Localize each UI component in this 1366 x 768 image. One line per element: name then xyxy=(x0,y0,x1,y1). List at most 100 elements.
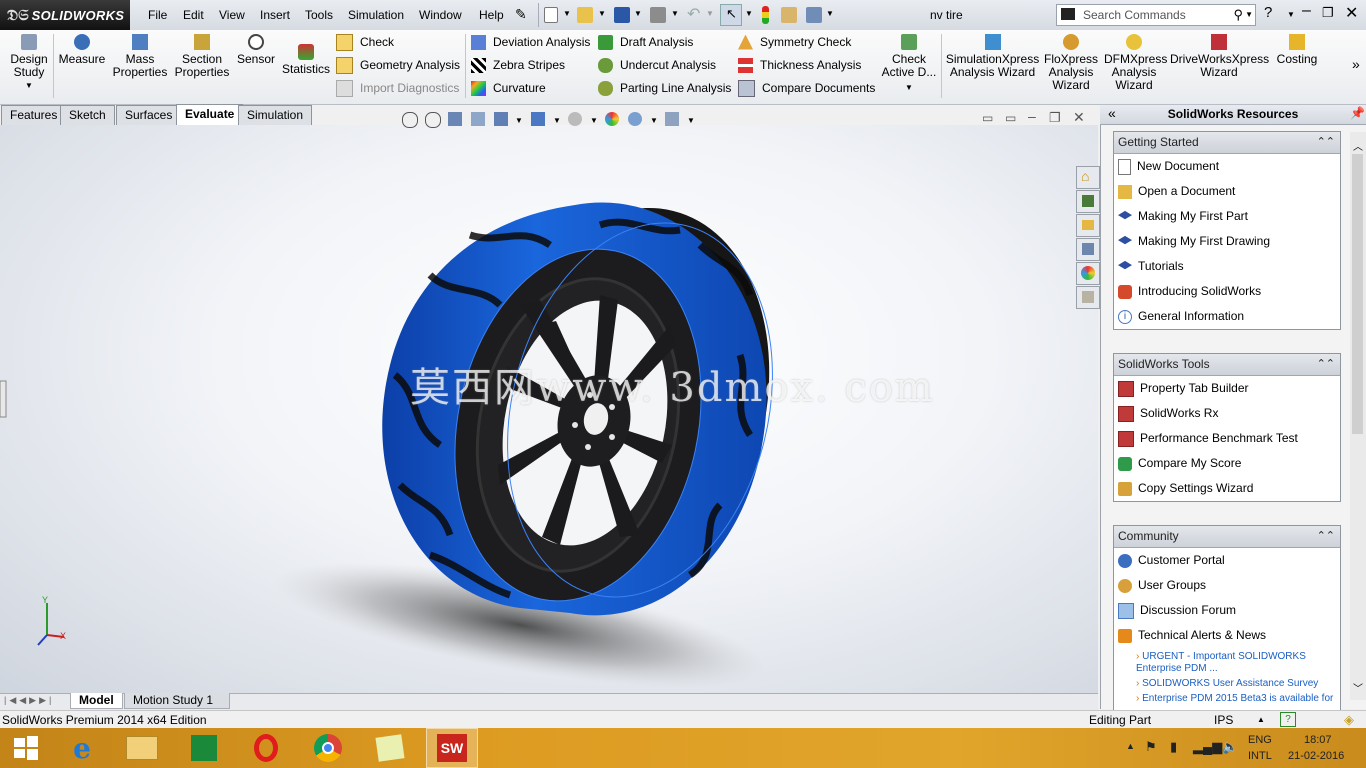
chevron-up-icon[interactable]: ▲ xyxy=(1257,715,1265,724)
check-button[interactable]: Check xyxy=(336,32,394,52)
technical-alerts-link[interactable]: Technical Alerts & News xyxy=(1114,623,1340,648)
volume-icon[interactable]: 🔈 xyxy=(1222,739,1238,755)
doc-close-icon[interactable]: ✕ xyxy=(1073,109,1085,126)
search-input[interactable]: Search Commands ⚲ ▼ xyxy=(1056,4,1256,26)
chevron-down-icon[interactable]: ▼ xyxy=(590,116,598,125)
scroll-down-icon[interactable]: ﹀ xyxy=(1353,680,1363,695)
thickness-analysis-button[interactable]: Thickness Analysis xyxy=(738,55,861,75)
solidworks-logo[interactable]: 𝔇𝔖 SOLIDWORKS xyxy=(0,0,130,30)
store-app[interactable] xyxy=(178,728,230,768)
menu-tools[interactable]: Tools xyxy=(303,0,335,30)
chevron-down-icon[interactable]: ▼ xyxy=(1245,10,1253,19)
hide-show-items-icon[interactable] xyxy=(568,112,582,126)
collapse-icon[interactable]: ⌃⌃ xyxy=(1317,354,1335,375)
new-document-icon[interactable] xyxy=(544,7,558,23)
print-icon[interactable] xyxy=(650,7,666,23)
zoom-to-area-icon[interactable] xyxy=(425,112,441,128)
dfmxpress-button[interactable]: DFMXpress Analysis Wizard xyxy=(1104,34,1167,92)
sticky-notes-app[interactable] xyxy=(364,728,416,768)
sensor-button[interactable]: Sensor xyxy=(235,34,277,66)
statistics-button[interactable]: Statistics xyxy=(281,44,331,76)
zebra-stripes-button[interactable]: Zebra Stripes xyxy=(471,55,565,75)
menu-window[interactable]: Window xyxy=(417,0,464,30)
simulationxpress-button[interactable]: SimulationXpress Analysis Wizard xyxy=(945,34,1040,79)
file-explorer-app[interactable] xyxy=(116,728,168,768)
first-part-link[interactable]: Making My First Part xyxy=(1114,204,1340,229)
tab-simulation[interactable]: Simulation xyxy=(238,105,313,125)
tab-sketch[interactable]: Sketch xyxy=(60,105,115,125)
restore-icon[interactable]: ❐ xyxy=(1322,5,1334,21)
menu-edit[interactable]: Edit xyxy=(181,0,206,30)
design-study-button[interactable]: Design Study ▼ xyxy=(7,34,51,92)
chevron-down-icon[interactable]: ▼ xyxy=(706,9,714,18)
scroll-thumb[interactable] xyxy=(1352,154,1363,434)
opera-app[interactable] xyxy=(240,728,292,768)
file-explorer-tab-icon[interactable] xyxy=(1076,214,1100,237)
check-active-document-button[interactable]: Check Active D... ▼ xyxy=(880,34,938,94)
section-properties-button[interactable]: Section Properties xyxy=(172,34,232,79)
user-groups-link[interactable]: User Groups xyxy=(1114,573,1340,598)
battery-icon[interactable]: ▮ xyxy=(1170,739,1177,755)
appearances-tab-icon[interactable] xyxy=(1076,262,1100,285)
file-properties-icon[interactable] xyxy=(781,7,797,23)
symmetry-check-button[interactable]: Symmetry Check xyxy=(738,32,851,52)
introducing-solidworks-link[interactable]: Introducing SolidWorks xyxy=(1114,279,1340,304)
deviation-analysis-button[interactable]: Deviation Analysis xyxy=(471,32,590,52)
view-triad[interactable]: Y X xyxy=(37,595,66,646)
save-icon[interactable] xyxy=(614,7,630,23)
tray-overflow-icon[interactable]: ▲ xyxy=(1126,741,1135,751)
tab-features[interactable]: Features xyxy=(1,105,67,125)
search-icon[interactable]: ⚲ xyxy=(1233,7,1243,23)
import-diagnostics-button[interactable]: Import Diagnostics xyxy=(336,78,459,98)
view-palette-tab-icon[interactable] xyxy=(1076,238,1100,261)
measure-button[interactable]: Measure xyxy=(58,34,106,66)
chevron-down-icon[interactable]: ▼ xyxy=(598,9,606,18)
tab-evaluate[interactable]: Evaluate xyxy=(176,104,244,126)
undercut-analysis-button[interactable]: Undercut Analysis xyxy=(598,55,716,75)
undo-icon[interactable]: ↶ xyxy=(687,4,700,24)
compare-documents-button[interactable]: Compare Documents xyxy=(738,78,875,98)
view-orientation-icon[interactable] xyxy=(494,112,508,126)
pushpin-icon[interactable]: 📌 xyxy=(1350,106,1365,120)
driveworksxpress-button[interactable]: DriveWorksXpress Wizard xyxy=(1170,34,1269,79)
chevron-down-icon[interactable]: ▼ xyxy=(687,116,695,125)
menu-simulation[interactable]: Simulation xyxy=(346,0,406,30)
draft-analysis-button[interactable]: Draft Analysis xyxy=(598,32,693,52)
chevron-down-icon[interactable]: ▼ xyxy=(1287,10,1295,19)
open-document-link[interactable]: Open a Document xyxy=(1114,179,1340,204)
split-icon[interactable]: ▭ xyxy=(1005,111,1016,125)
help-icon[interactable]: ? xyxy=(1264,4,1272,21)
apply-scene-icon[interactable] xyxy=(628,112,642,126)
doc-minimize-icon[interactable]: – xyxy=(1028,108,1036,124)
scroll-up-icon[interactable]: ︿ xyxy=(1353,138,1363,153)
internet-explorer-app[interactable]: e xyxy=(56,728,108,768)
general-information-link[interactable]: i General Information xyxy=(1114,304,1340,329)
chevron-down-icon[interactable]: ▼ xyxy=(563,9,571,18)
language-code[interactable]: ENG xyxy=(1248,734,1272,746)
edit-appearance-icon[interactable] xyxy=(605,112,619,126)
rebuild-tag-icon[interactable]: ◈ xyxy=(1344,712,1354,728)
view-settings-icon[interactable] xyxy=(665,112,679,126)
custom-properties-tab-icon[interactable] xyxy=(1076,286,1100,309)
task-pane-scrollbar[interactable]: ︿ ﹀ xyxy=(1350,132,1366,700)
tile-icon[interactable]: ▭ xyxy=(982,111,993,125)
doc-restore-icon[interactable]: ❐ xyxy=(1049,110,1061,126)
customer-portal-link[interactable]: Customer Portal xyxy=(1114,548,1340,573)
start-button[interactable] xyxy=(0,728,52,768)
geometry-analysis-button[interactable]: Geometry Analysis xyxy=(336,55,460,75)
status-units[interactable]: IPS xyxy=(1214,713,1233,727)
floxpress-button[interactable]: FloXpress Analysis Wizard xyxy=(1043,34,1099,92)
news-item[interactable]: › Enterprise PDM 2015 Beta3 is available… xyxy=(1136,693,1336,707)
pin-icon[interactable]: ✎ xyxy=(515,6,527,23)
previous-view-icon[interactable] xyxy=(448,112,462,126)
ribbon-more-icon[interactable]: » xyxy=(1352,56,1360,72)
menu-view[interactable]: View xyxy=(217,0,247,30)
tab-surfaces[interactable]: Surfaces xyxy=(116,105,182,125)
action-center-icon[interactable]: ⚑ xyxy=(1145,739,1157,755)
chevron-down-icon[interactable]: ▼ xyxy=(515,116,523,125)
menu-help[interactable]: Help xyxy=(477,0,506,30)
tab-scroll-arrows-icon[interactable]: |◀◀▶▶| xyxy=(4,695,54,706)
collapse-pane-icon[interactable]: « xyxy=(1108,105,1116,121)
zoom-to-fit-icon[interactable] xyxy=(402,112,418,128)
tutorials-link[interactable]: Tutorials xyxy=(1114,254,1340,279)
